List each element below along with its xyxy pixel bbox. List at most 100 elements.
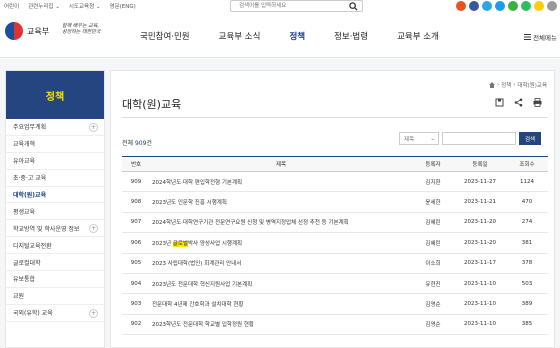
title-text: 2023년 (152, 240, 173, 247)
col-author: 등록자 (425, 162, 441, 168)
gnb-item-information[interactable]: 정보·법령 (334, 30, 368, 42)
page-tools (495, 98, 542, 107)
twitter-icon[interactable] (482, 1, 492, 11)
taegeuk-emblem-icon (5, 22, 23, 40)
sidebar-title: 정책 (6, 71, 104, 119)
sidebar-item-lifelong[interactable]: 평생교육 (6, 203, 104, 221)
row-date: 2023-11-20 (454, 232, 506, 254)
total-number: 909 (134, 140, 147, 147)
gnb-item-news[interactable]: 교육부 소식 (219, 30, 261, 42)
sidebar-item-label: 교육개혁 (13, 141, 36, 149)
sidebar-item-label: 학교방역 및 학사운영 정보 (13, 225, 80, 233)
breadcrumb-university[interactable]: 대학(원)교육 (517, 81, 547, 89)
sidebar-item-digital[interactable]: 디지털교육전환 (6, 237, 104, 255)
naver-post-icon[interactable] (521, 1, 531, 11)
table-row: 902 2023학년도 전문대학 학교별 입학정원 현황 김영순 2023-11-10… (122, 314, 548, 336)
row-number: 909 (122, 171, 150, 193)
gnb-item-participation[interactable]: 국민참여·민원 (140, 30, 190, 42)
row-date: 2023-11-10 (454, 293, 506, 315)
site-search (230, 0, 363, 12)
sidebar: 정책 주요업무계획 + 교육개혁 유아교육 초·중·고 교육 대학(원)교육 평생… (5, 70, 105, 348)
table-row: 905 2023 사립대학(법인) 회계관리 안내서 이소희 2023-11-17 37… (122, 253, 548, 274)
title-text: 박사 양성사업 시행계획 (188, 240, 243, 247)
row-title-link[interactable]: 2023 사립대학(법인) 회계관리 안내서 (150, 253, 412, 274)
sidebar-item-reform[interactable]: 교육개혁 (6, 136, 104, 153)
row-views: 381 (506, 232, 548, 254)
row-views: 274 (506, 212, 548, 234)
sidebar-item-label: 평생교육 (13, 208, 36, 216)
x-icon[interactable] (495, 1, 505, 11)
sidebar-item-label: 글로컬대학 (13, 259, 41, 267)
sidebar-item-work-plan[interactable]: 주요업무계획 + (6, 119, 104, 136)
row-number: 902 (122, 314, 150, 336)
all-menu-button[interactable]: 전체메뉴 (524, 32, 557, 42)
row-date: 2023-11-10 (454, 273, 506, 295)
sidebar-item-school[interactable]: 초·중·고 교육 (6, 170, 104, 187)
col-views: 조회수 (519, 162, 535, 168)
sidebar-item-glocal[interactable]: 글로컬대학 (6, 254, 104, 272)
table-row: 903 전문대학 4년제 간호학과 설치대학 현황 김영순 2023-11-10 389 (122, 293, 548, 315)
breadcrumb-policy[interactable]: 정책 (501, 81, 511, 89)
main-content: › 정책 › 대학(원)교육 대학(원)교육 전체 909건 제목 ⌄ 검색 번호… (110, 70, 555, 348)
util-link-english[interactable]: 영문(ENG) (110, 2, 136, 10)
title-divider (122, 117, 548, 118)
sidebar-item-label: 유보통합 (13, 276, 36, 284)
top-utility-bar: 어린이 관련누리집 ⌄ 시도교육청 ⌄ 영문(ENG) (0, 0, 560, 13)
row-views: 378 (506, 253, 548, 274)
naver-blog-icon[interactable] (508, 1, 518, 11)
home-icon[interactable] (488, 82, 495, 88)
row-title-link[interactable]: 2024학년도 대학연구기관 전문연구요원 신청 및 병역지정업체 선정 추천 … (150, 212, 412, 234)
sidebar-item-label: 주요업무계획 (13, 124, 47, 132)
row-author: 이소희 (412, 253, 454, 274)
util-link-kids[interactable]: 어린이 (4, 2, 19, 10)
row-title-link[interactable]: 2024학년도 대학 편입학전형 기본계획 (150, 171, 412, 193)
search-button[interactable]: 검색 (519, 132, 541, 145)
row-title-link[interactable]: 전문대학 4년제 간호학과 설치대학 현황 (150, 293, 412, 315)
all-menu-label: 전체메뉴 (533, 34, 557, 42)
row-title-link[interactable]: 2023년도 인문학 진흥 시행계획 (150, 191, 412, 213)
sidebar-item-quarantine[interactable]: 학교방역 및 학사운영 정보 + (6, 220, 104, 238)
util-link-related-sites[interactable]: 관련누리집 ⌄ (28, 2, 60, 10)
sidebar-item-integration[interactable]: 유보통합 (6, 271, 104, 288)
row-number: 904 (122, 273, 150, 295)
ministry-logo[interactable]: 교육부 (5, 22, 49, 40)
gnb-item-policy[interactable]: 정책 (289, 30, 305, 42)
bookmark-icon[interactable] (495, 98, 504, 107)
row-date: 2023-11-21 (454, 191, 506, 213)
row-views: 503 (506, 273, 548, 295)
sidebar-item-overseas[interactable]: 국외(유학) 교육 + (6, 305, 104, 322)
row-views: 470 (506, 191, 548, 213)
row-number: 903 (122, 293, 150, 315)
row-title-link[interactable]: 2023년 글로벌박사 양성사업 시행계획 (150, 232, 412, 254)
row-title-link[interactable]: 2023년도 전문대학 혁신지원사업 기본계획 (150, 273, 412, 295)
kakao-icon[interactable] (534, 1, 544, 11)
expand-icon[interactable]: + (89, 224, 98, 234)
board-search-input[interactable] (442, 132, 516, 145)
gnb-item-about[interactable]: 교육부 소개 (397, 30, 439, 42)
row-author: 김영순 (412, 314, 454, 336)
share-icon[interactable] (547, 1, 557, 11)
row-author: 김혜린 (412, 212, 454, 234)
share-icon[interactable] (514, 98, 523, 107)
sidebar-item-label: 초·중·고 교육 (13, 175, 47, 183)
print-icon[interactable] (533, 98, 542, 107)
search-icon[interactable] (349, 2, 358, 13)
search-input[interactable] (231, 1, 341, 11)
facebook-icon[interactable] (469, 1, 479, 11)
youtube-icon[interactable] (456, 1, 466, 11)
search-field-select[interactable]: 제목 ⌄ (399, 132, 439, 145)
sidebar-item-teachers[interactable]: 교원 (6, 288, 104, 305)
main-navigation: 국민참여·민원 교육부 소식 정책 정보·법령 교육부 소개 (140, 30, 439, 42)
util-link-provincial-offices[interactable]: 시도교육청 ⌄ (69, 2, 101, 10)
row-author: 윤세한 (412, 191, 454, 213)
site-header: 교육부 함께 배우는 교육, 성장하는 대한민국 국민참여·민원 교육부 소식 … (0, 14, 560, 58)
total-count: 전체 909건 (122, 138, 152, 147)
expand-icon[interactable]: + (89, 123, 98, 132)
expand-icon[interactable]: + (89, 308, 98, 318)
sidebar-item-university[interactable]: 대학(원)교육 (6, 187, 104, 204)
row-title-link[interactable]: 2023학년도 전문대학 학교별 입학정원 현황 (150, 314, 412, 336)
hamburger-icon (524, 34, 532, 40)
row-number: 905 (122, 253, 150, 274)
sidebar-item-early-childhood[interactable]: 유아교육 (6, 153, 104, 170)
row-author: 김혜린 (412, 232, 454, 254)
